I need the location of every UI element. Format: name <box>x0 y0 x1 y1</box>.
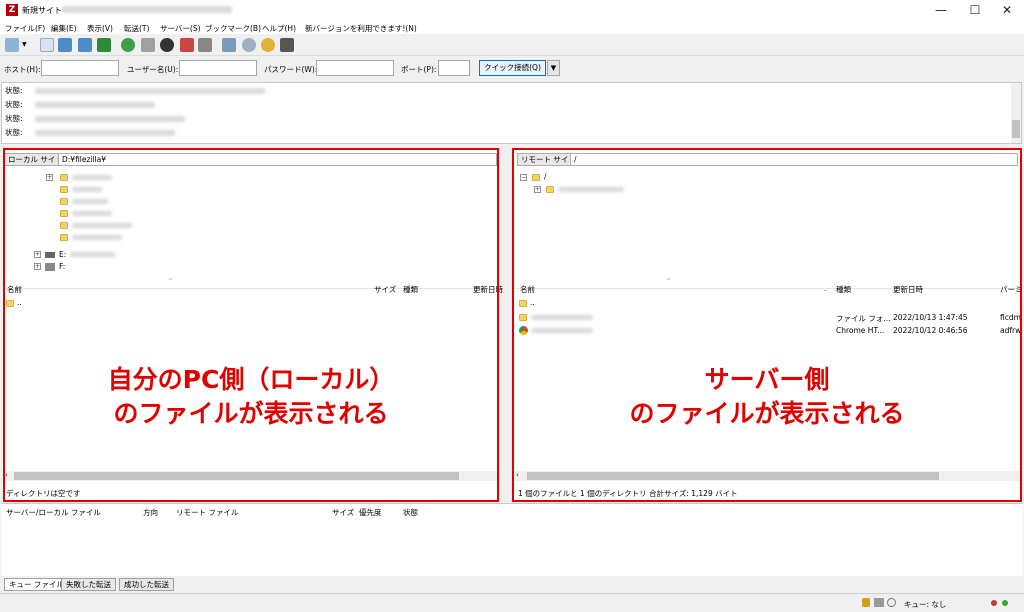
tab-successful-transfers[interactable]: 成功した転送 <box>119 578 174 591</box>
queue-col-state[interactable]: 状態 <box>403 507 418 518</box>
queue-col-remote[interactable]: リモート ファイル <box>176 507 238 518</box>
refresh-icon[interactable] <box>121 38 135 52</box>
local-highlight-box <box>3 148 499 502</box>
tab-failed-transfers[interactable]: 失敗した転送 <box>61 578 116 591</box>
filezilla-icon: Z <box>6 4 18 16</box>
site-manager-icon[interactable] <box>5 38 19 52</box>
log-line: 状態: <box>5 128 23 137</box>
menu-transfer[interactable]: 転送(T) <box>124 23 149 34</box>
host-input[interactable] <box>41 60 119 76</box>
log-scrollbar-thumb[interactable] <box>1012 120 1020 138</box>
queue-status: キュー: なし <box>904 600 947 609</box>
maximize-button[interactable]: ☐ <box>958 2 992 18</box>
remote-highlight-box <box>512 148 1022 502</box>
process-queue-icon[interactable] <box>141 38 155 52</box>
status-bar <box>0 593 1024 612</box>
queue-col-size[interactable]: サイズ <box>332 507 354 518</box>
password-label: パスワード(W): <box>264 65 318 74</box>
menu-new-version[interactable]: 新バージョンを利用できます!(N) <box>305 23 417 34</box>
local-annotation-line1: 自分のPC側（ローカル） <box>107 365 395 394</box>
log-line: 状態: <box>5 114 23 123</box>
recv-indicator-icon <box>991 600 997 606</box>
queue-col-priority[interactable]: 優先度 <box>359 507 382 518</box>
remote-annotation-line2: のファイルが表示される <box>629 399 905 428</box>
local-annotation-line2: のファイルが表示される <box>113 399 389 428</box>
menu-bookmarks[interactable]: ブックマーク(B) <box>205 23 261 34</box>
blurred-log-text <box>35 88 265 94</box>
user-label: ユーザー名(U): <box>127 65 179 74</box>
cancel-icon[interactable] <box>160 38 174 52</box>
toggle-local-tree-icon[interactable] <box>58 38 72 52</box>
local-tree-scrollbar[interactable] <box>499 168 509 275</box>
disconnect-icon[interactable] <box>180 38 194 52</box>
clock-icon <box>887 598 896 607</box>
queue-col-file[interactable]: サーバー/ローカル ファイル <box>6 507 101 518</box>
host-label: ホスト(H): <box>4 65 41 74</box>
filter-icon[interactable] <box>222 38 236 52</box>
send-indicator-icon <box>1002 600 1008 606</box>
menu-file[interactable]: ファイル(F) <box>5 23 45 34</box>
port-label: ポート(P): <box>401 65 437 74</box>
menu-help[interactable]: ヘルプ(H) <box>262 23 296 34</box>
binoculars-icon[interactable] <box>280 38 294 52</box>
menu-server[interactable]: サーバー(S) <box>160 23 201 34</box>
menu-edit[interactable]: 編集(E) <box>51 23 77 34</box>
password-input[interactable] <box>316 60 394 76</box>
blurred-log-text <box>35 130 175 136</box>
close-button[interactable]: ✕ <box>990 2 1024 18</box>
menu-bar <box>0 20 1024 34</box>
log-line: 状態: <box>5 86 23 95</box>
site-manager-dropdown-icon[interactable]: ▼ <box>22 41 27 48</box>
search-icon[interactable] <box>242 38 256 52</box>
quickconnect-button[interactable]: クイック接続(Q) <box>479 60 546 76</box>
port-input[interactable] <box>438 60 470 76</box>
remote-annotation-line1: サーバー側 <box>704 365 830 394</box>
sync-browse-icon[interactable] <box>261 38 275 52</box>
tab-queued-files[interactable]: キュー ファイル <box>4 578 69 591</box>
minimize-button[interactable]: — <box>924 2 958 18</box>
toggle-log-icon[interactable] <box>40 38 54 52</box>
lock-icon <box>862 598 870 607</box>
quickconnect-history-dropdown[interactable]: ▼ <box>547 60 560 76</box>
binary-icon <box>874 598 884 607</box>
blurred-log-text <box>35 116 185 122</box>
toggle-remote-tree-icon[interactable] <box>78 38 92 52</box>
log-line: 状態: <box>5 100 23 109</box>
user-input[interactable] <box>179 60 257 76</box>
blurred-log-text <box>35 102 155 108</box>
window-title: 新規サイト - <box>22 6 68 15</box>
reconnect-icon[interactable] <box>198 38 212 52</box>
toggle-queue-icon[interactable] <box>97 38 111 52</box>
queue-col-direction[interactable]: 方向 <box>143 507 158 518</box>
blurred-title <box>62 6 232 13</box>
menu-view[interactable]: 表示(V) <box>87 23 113 34</box>
